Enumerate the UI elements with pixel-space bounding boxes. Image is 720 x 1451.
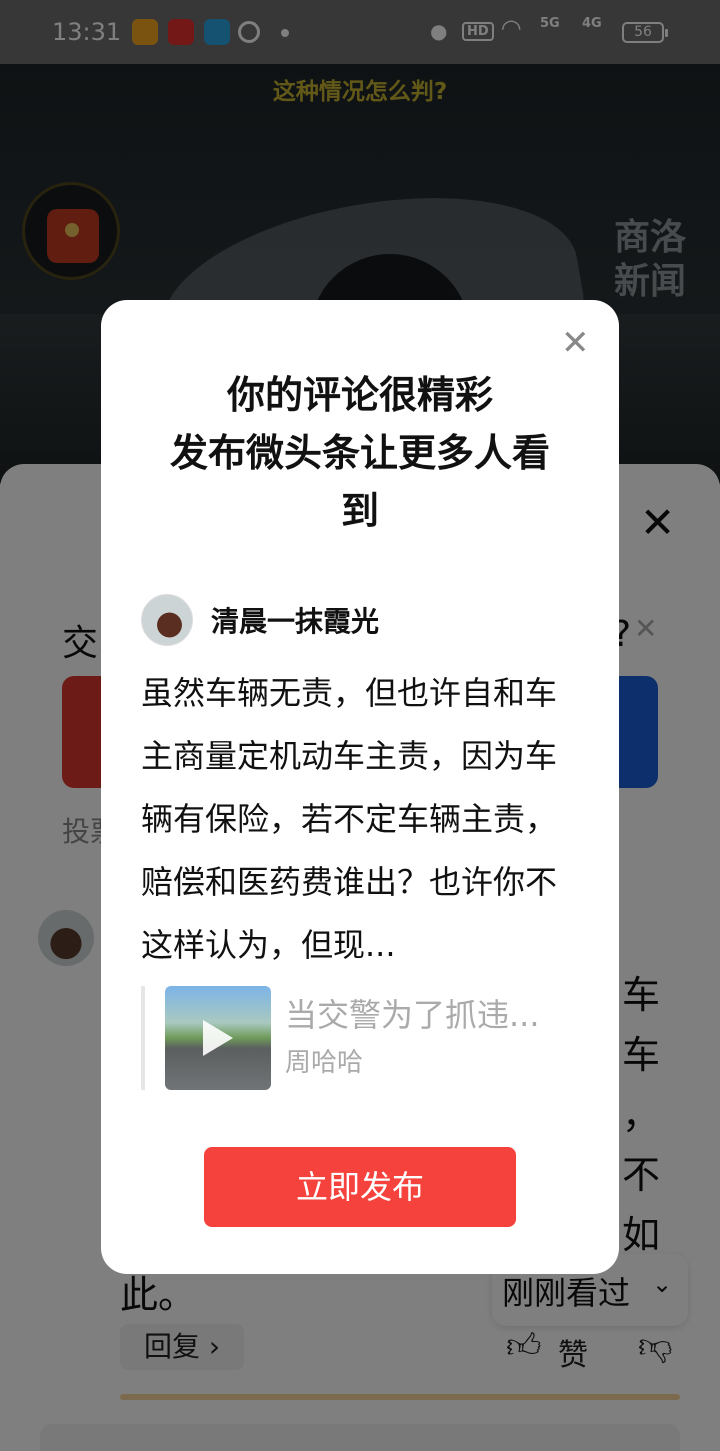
avatar	[141, 594, 193, 646]
close-icon[interactable]: ✕	[561, 326, 590, 360]
modal-title-line: 你的评论很精彩	[226, 373, 493, 417]
quoted-video-author: 周哈哈	[285, 1048, 364, 1078]
video-thumbnail	[165, 986, 271, 1090]
quoted-video: 当交警为了抓违... 周哈哈	[141, 986, 581, 1090]
username: 清晨一抹霞光	[211, 605, 380, 638]
comment-text: 虽然车辆无责，但也许自和车主商量定机动车主责，因为车辆有保险，若不定车辆主责，赔…	[141, 674, 558, 964]
publish-modal: ✕ 你的评论很精彩 发布微头条让更多人看 到 清晨一抹霞光 虽然车辆无责，但也许…	[101, 300, 619, 1274]
modal-title-line: 到	[340, 489, 379, 533]
modal-title: 你的评论很精彩 发布微头条让更多人看 到	[131, 366, 589, 540]
quoted-video-title: 当交警为了抓违...	[285, 996, 540, 1034]
modal-title-line: 发布微头条让更多人看	[169, 431, 550, 475]
play-icon	[203, 1020, 233, 1056]
publish-button[interactable]: 立即发布	[204, 1147, 516, 1227]
